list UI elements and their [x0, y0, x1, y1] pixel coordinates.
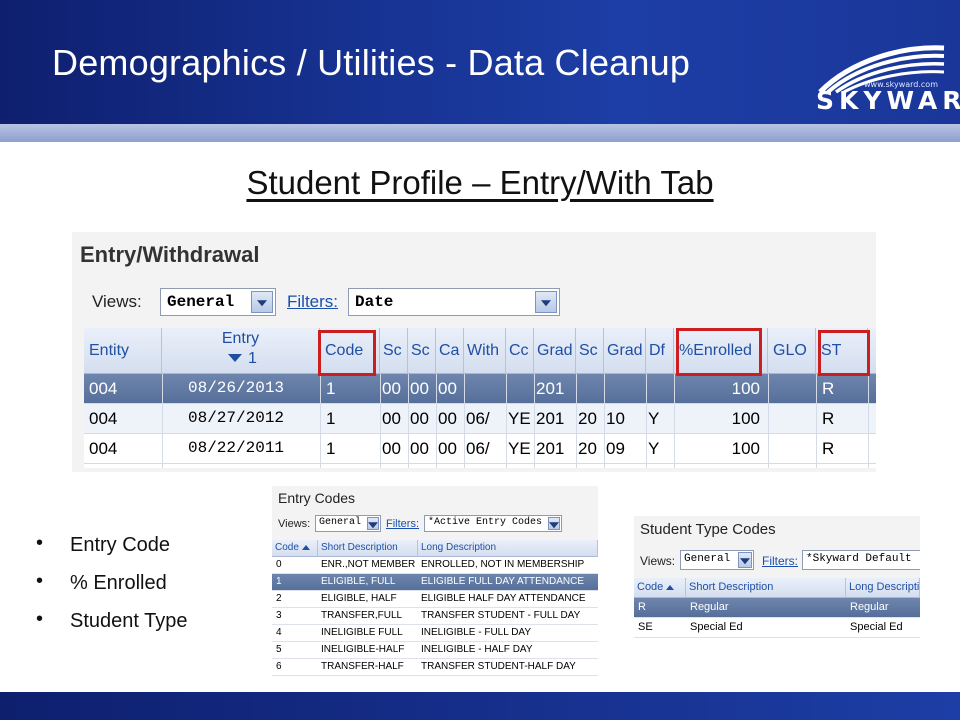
- filters-select-value: Date: [355, 293, 394, 311]
- table-row[interactable]: 0 ENR.,NOT MEMBER ENROLLED, NOT IN MEMBE…: [272, 557, 598, 574]
- grid-divider: [408, 374, 409, 468]
- grid-divider: [380, 374, 381, 468]
- table-row[interactable]: 6 TRANSFER-HALF TRANSFER STUDENT-HALF DA…: [272, 659, 598, 676]
- filters-link[interactable]: Filters:: [287, 292, 338, 312]
- panel-title: Entry/Withdrawal: [80, 242, 260, 267]
- col-header-sc-2[interactable]: Sc: [408, 328, 436, 374]
- footer-band: [0, 692, 960, 720]
- panel-title: Student Type Codes: [640, 521, 776, 538]
- views-select[interactable]: General: [315, 515, 381, 532]
- header-strip: [0, 124, 960, 142]
- student-type-table: Code Short Description Long Description …: [634, 578, 920, 638]
- grid-divider: [674, 374, 675, 468]
- slide-subtitle: Student Profile – Entry/With Tab: [246, 164, 714, 201]
- slide-title: Demographics / Utilities - Data Cleanup: [52, 42, 691, 83]
- table-row[interactable]: 004 08/22/2011 1 00 00 00 06/ YE 201 20 …: [84, 434, 876, 464]
- views-select-value: General: [684, 553, 731, 565]
- table-row[interactable]: 4 INELIGIBLE FULL INELIGIBLE - FULL DAY: [272, 625, 598, 642]
- chevron-down-icon[interactable]: [535, 291, 557, 313]
- highlight-pct-enrolled-column: [676, 328, 762, 376]
- grid-divider: [506, 374, 507, 468]
- col-header-entity[interactable]: Entity: [84, 328, 162, 374]
- table-row[interactable]: 3 TRANSFER,FULL TRANSFER STUDENT - FULL …: [272, 608, 598, 625]
- sort-asc-icon: [666, 585, 675, 590]
- sort-desc-icon: [228, 354, 242, 362]
- header-band: Demographics / Utilities - Data Cleanup …: [0, 0, 960, 124]
- col-header-code[interactable]: Code: [272, 540, 318, 557]
- panel-title: Entry Codes: [278, 490, 356, 506]
- views-label: Views:: [278, 518, 311, 530]
- col-header-ca[interactable]: Ca: [436, 328, 464, 374]
- grid-divider: [436, 374, 437, 468]
- chevron-down-icon[interactable]: [367, 517, 379, 530]
- col-header-grad[interactable]: Grad: [534, 328, 576, 374]
- chevron-down-icon[interactable]: [251, 291, 273, 313]
- table-row[interactable]: 004 08/26/2013 1 00 00 00 201 100 R: [84, 374, 876, 404]
- sort-asc-icon: [301, 545, 310, 550]
- table-row[interactable]: R Regular Regular: [634, 598, 920, 618]
- col-header-df[interactable]: Df: [646, 328, 674, 374]
- entry-codes-panel: Entry Codes Views: General Filters: *Act…: [272, 486, 598, 678]
- grid-divider: [320, 374, 321, 468]
- table-row[interactable]: 5 INELIGIBLE-HALF INELIGIBLE - HALF DAY: [272, 642, 598, 659]
- filters-select-value: *Skyward Default: [806, 553, 912, 565]
- col-header-cc[interactable]: Cc: [506, 328, 534, 374]
- bullet-item: % Enrolled: [36, 570, 188, 610]
- table-header: Code Short Description Long Description: [272, 540, 598, 557]
- col-header-sc-3[interactable]: Sc: [576, 328, 604, 374]
- filters-link[interactable]: Filters:: [762, 554, 798, 568]
- bullet-item: Student Type: [36, 608, 188, 648]
- grid-divider: [464, 374, 465, 468]
- filters-select[interactable]: *Active Entry Codes: [424, 515, 562, 532]
- col-header-with[interactable]: With: [464, 328, 506, 374]
- grid-divider: [576, 374, 577, 468]
- col-header-long-description[interactable]: Long Description: [418, 540, 598, 557]
- col-header-short-description[interactable]: Short Description: [686, 578, 846, 598]
- grid-divider: [816, 374, 817, 468]
- grid-divider: [534, 374, 535, 468]
- entry-codes-table: Code Short Description Long Description …: [272, 540, 598, 678]
- logo-wordmark: SKYWARD®: [816, 86, 960, 115]
- grid-divider: [868, 374, 869, 468]
- col-header-glo[interactable]: GLO: [768, 328, 816, 374]
- highlight-st-column: [818, 330, 870, 376]
- views-select-value: General: [167, 293, 235, 311]
- logo-word-text: SKYWARD: [816, 86, 960, 115]
- highlight-code-column: [318, 330, 376, 376]
- views-select[interactable]: General: [160, 288, 276, 316]
- grid-divider: [768, 374, 769, 468]
- filters-link[interactable]: Filters:: [386, 518, 419, 530]
- col-header-short-description[interactable]: Short Description: [318, 540, 418, 557]
- views-select[interactable]: General: [680, 550, 754, 570]
- col-header-sc[interactable]: Sc: [380, 328, 408, 374]
- col-header-grad-2[interactable]: Grad: [604, 328, 646, 374]
- col-header-entry[interactable]: Entry 1: [162, 328, 320, 374]
- views-select-value: General: [319, 517, 362, 528]
- grid-divider: [604, 374, 605, 468]
- table-row[interactable]: 2 ELIGIBLE, HALF ELIGIBLE HALF DAY ATTEN…: [272, 591, 598, 608]
- bullet-list: Entry Code % Enrolled Student Type: [36, 532, 188, 648]
- filters-select[interactable]: Date: [348, 288, 560, 316]
- grid-divider: [646, 374, 647, 468]
- table-row[interactable]: SE Special Ed Special Ed: [634, 618, 920, 638]
- sort-order-number: 1: [248, 350, 257, 367]
- col-header-code[interactable]: Code: [634, 578, 686, 598]
- grid-divider: [162, 374, 163, 468]
- views-label: Views:: [92, 292, 142, 311]
- bullet-item: Entry Code: [36, 532, 188, 572]
- filters-select-value: *Active Entry Codes: [428, 517, 543, 528]
- student-type-codes-panel: Student Type Codes Views: General Filter…: [634, 516, 920, 638]
- table-header: Code Short Description Long Description: [634, 578, 920, 598]
- chevron-down-icon[interactable]: [548, 517, 560, 530]
- filters-select[interactable]: *Skyward Default: [802, 550, 920, 570]
- table-row[interactable]: 004 08/27/2012 1 00 00 00 06/ YE 201 20 …: [84, 404, 876, 434]
- table-row[interactable]: 1 ELIGIBLE, FULL ELIGIBLE FULL DAY ATTEN…: [272, 574, 598, 591]
- col-header-long-description[interactable]: Long Description: [846, 578, 920, 598]
- entry-withdrawal-panel: Entry/Withdrawal Views: General Filters:…: [72, 232, 876, 472]
- views-label: Views:: [640, 554, 676, 568]
- chevron-down-icon[interactable]: [738, 552, 752, 568]
